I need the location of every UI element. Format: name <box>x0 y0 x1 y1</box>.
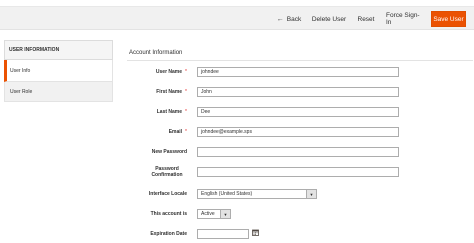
user-name-input[interactable]: johndee <box>197 67 399 77</box>
required-marker: * <box>185 69 187 75</box>
delete-user-button[interactable]: Delete User <box>311 11 347 27</box>
sidebar-heading: USER INFORMATION <box>4 40 113 60</box>
new-password-input[interactable] <box>197 147 399 157</box>
reset-button[interactable]: Reset <box>357 11 375 27</box>
sidebar-item-user-role[interactable]: User Role <box>4 82 113 102</box>
back-button[interactable]: ← Back <box>276 11 302 27</box>
password-confirmation-label: Password Confirmation <box>151 166 183 178</box>
required-marker: * <box>185 129 187 135</box>
last-name-input[interactable]: Dee <box>197 107 399 117</box>
interface-locale-label: Interface Locale <box>148 191 187 197</box>
sidebar-item-user-info[interactable]: User Info <box>4 60 113 82</box>
section-title: Account Information <box>129 50 183 56</box>
chevron-down-icon: ▼ <box>220 210 230 218</box>
email-label: Email * <box>107 129 187 135</box>
account-status-select[interactable]: Active ▼ <box>197 209 231 219</box>
first-name-label: First Name * <box>107 89 187 95</box>
last-name-label: Last Name * <box>107 109 187 115</box>
page-actions-toolbar: ← Back Delete User Reset Force Sign-In S… <box>0 6 474 30</box>
user-name-label-text: User Name <box>155 69 183 75</box>
chevron-down-icon: ▼ <box>306 190 316 198</box>
back-arrow-icon: ← <box>276 15 284 23</box>
section-divider <box>127 60 473 61</box>
new-password-label: New Password <box>151 149 187 155</box>
required-marker: * <box>185 109 187 115</box>
save-user-button[interactable]: Save User <box>431 11 466 27</box>
email-input[interactable]: johndee@example.sps <box>197 127 399 137</box>
required-marker: * <box>185 89 187 95</box>
interface-locale-select[interactable]: English (United States) ▼ <box>197 189 317 199</box>
expiration-date-label: Expiration Date <box>150 231 187 237</box>
password-confirmation-input[interactable] <box>197 167 399 177</box>
user-name-label: User Name * <box>107 69 187 75</box>
user-information-sidebar: USER INFORMATION User Info User Role <box>4 40 113 102</box>
last-name-label-text: Last Name <box>156 109 183 115</box>
calendar-icon[interactable] <box>252 229 259 236</box>
account-status-value: Active <box>201 211 215 217</box>
force-sign-in-button[interactable]: Force Sign-In <box>386 11 424 27</box>
first-name-input[interactable]: John <box>197 87 399 97</box>
email-label-text: Email <box>168 129 183 135</box>
account-status-label: This account is <box>150 211 187 217</box>
first-name-label-text: First Name <box>156 89 183 95</box>
back-label: Back <box>286 15 302 23</box>
expiration-date-input[interactable] <box>197 229 249 239</box>
interface-locale-value: English (United States) <box>201 191 253 197</box>
